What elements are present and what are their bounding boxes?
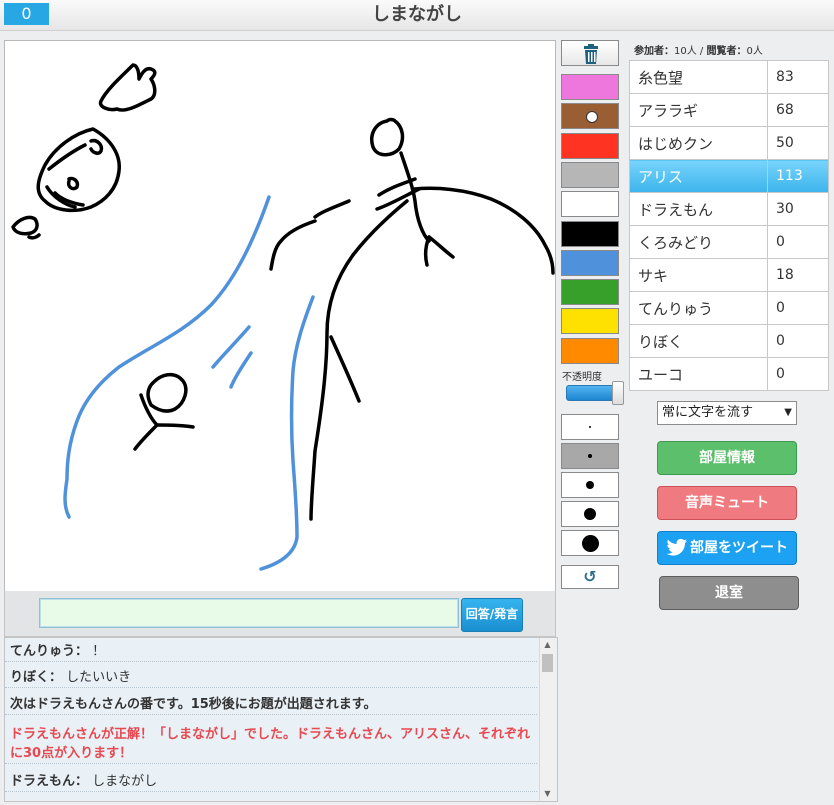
player-row: はじめクン 50 (629, 126, 829, 160)
undo-icon: ↺ (583, 567, 597, 586)
player-name: くろみどり (629, 225, 768, 259)
my-score-badge: 0 (4, 3, 49, 25)
player-score: 50 (767, 126, 829, 160)
player-row: りぼく 0 (629, 324, 829, 358)
answer-input[interactable] (39, 598, 459, 628)
player-score: 0 (767, 324, 829, 358)
player-row: アリス 113 (629, 159, 829, 193)
player-score: 113 (767, 159, 829, 193)
player-row: ユーコ 0 (629, 357, 829, 391)
player-row: サキ 18 (629, 258, 829, 292)
brush-size-5[interactable] (561, 530, 619, 556)
chat-log[interactable]: てんりゅう： ！ りぼく： したいいき 次はドラえもんさんの番です。15秒後にお… (4, 637, 558, 802)
chat-line: りぼく： したいいき (5, 668, 537, 688)
chat-line: ドラえもん： しまながし (5, 772, 537, 792)
brush-dot-icon (581, 534, 599, 552)
player-row: ドラえもん 30 (629, 192, 829, 226)
color-swatch-9[interactable] (561, 308, 619, 334)
brush-size-2[interactable] (561, 443, 619, 469)
header-bar: しまながし 0 (0, 0, 834, 31)
dropdown-arrow-icon: ▼ (784, 407, 792, 418)
chat-line: てんりゅう： ！ (5, 642, 537, 662)
brush-dot-icon (584, 508, 596, 520)
color-swatch-2[interactable] (561, 103, 619, 129)
player-name: はじめクン (629, 126, 768, 160)
text-mode-value: 常に文字を流す (662, 405, 754, 420)
player-row: 糸色望 83 (629, 60, 829, 94)
player-name: りぼく (629, 324, 768, 358)
undo-button[interactable]: ↺ (561, 565, 619, 589)
color-swatch-5[interactable] (561, 191, 619, 217)
player-score: 0 (767, 291, 829, 325)
chat-name: ドラえもん： (10, 774, 89, 789)
color-swatch-10[interactable] (561, 338, 619, 364)
brush-dot-icon (586, 481, 594, 489)
mute-button[interactable]: 音声ミュート (657, 486, 797, 520)
chat-scrollbar[interactable]: ▲ ▼ (539, 638, 555, 801)
player-name: アリス (629, 159, 768, 193)
color-swatch-4[interactable] (561, 162, 619, 188)
player-score: 0 (767, 225, 829, 259)
chat-system-message: 次はドラえもんさんの番です。15秒後にお題が出題されます。 (5, 695, 537, 715)
clear-canvas-button[interactable] (561, 40, 619, 66)
player-row: アララギ 68 (629, 93, 829, 127)
color-swatch-6[interactable] (561, 221, 619, 247)
player-name: 糸色望 (629, 60, 768, 94)
scroll-up-arrow-icon[interactable]: ▲ (540, 638, 555, 652)
player-score: 30 (767, 192, 829, 226)
player-row: くろみどり 0 (629, 225, 829, 259)
color-swatch-7[interactable] (561, 250, 619, 276)
scroll-thumb[interactable] (542, 654, 553, 672)
chat-text: したいいき (66, 670, 132, 685)
chat-text: ！ (92, 644, 106, 659)
viewers-count: 0人 (746, 46, 763, 57)
chat-correct-message: ドラえもんさんが正解！「しまながし」でした。ドラえもんさん、アリスさん、それぞれ… (5, 722, 537, 764)
opacity-slider-track[interactable] (566, 385, 618, 401)
color-swatch-8[interactable] (561, 279, 619, 305)
exit-room-button[interactable]: 退室 (659, 576, 799, 610)
player-row: てんりゅう 0 (629, 291, 829, 325)
opacity-slider[interactable] (564, 381, 624, 405)
player-score: 83 (767, 60, 829, 94)
drawing-canvas[interactable] (4, 40, 556, 592)
participants-separator: / (699, 46, 704, 57)
selected-color-marker (586, 111, 598, 123)
brush-size-3[interactable] (561, 472, 619, 498)
tweet-button[interactable]: 部屋をツイート (657, 531, 797, 565)
participants-label: 参加者： (634, 46, 674, 57)
chat-name: りぼく： (10, 670, 63, 685)
player-score: 68 (767, 93, 829, 127)
chat-text: しまながし (92, 774, 158, 789)
player-name: サキ (629, 258, 768, 292)
player-name: てんりゅう (629, 291, 768, 325)
participants-info: 参加者：10人 / 閲覧者：0人 (634, 42, 763, 57)
player-name: ユーコ (629, 357, 768, 391)
player-name: ドラえもん (629, 192, 768, 226)
brush-dot-icon (588, 454, 592, 458)
text-mode-select[interactable]: 常に文字を流す ▼ (657, 401, 797, 425)
viewers-label: 閲覧者： (706, 46, 747, 57)
participants-count: 10人 (674, 46, 697, 57)
chat-name: てんりゅう： (10, 644, 89, 659)
scroll-down-arrow-icon[interactable]: ▼ (540, 787, 555, 801)
color-swatch-1[interactable] (561, 74, 619, 100)
drawing-strokes (11, 63, 555, 571)
answer-bar: 回答/発言 (4, 591, 556, 637)
brush-size-1[interactable] (561, 414, 619, 440)
opacity-slider-thumb[interactable] (612, 381, 624, 405)
twitter-bird-icon (666, 538, 688, 556)
trash-icon (584, 44, 598, 64)
player-score: 18 (767, 258, 829, 292)
room-title: しまながし (372, 4, 462, 25)
color-swatch-3[interactable] (561, 133, 619, 159)
brush-size-4[interactable] (561, 501, 619, 527)
answer-submit-button[interactable]: 回答/発言 (461, 598, 523, 632)
player-score: 0 (767, 357, 829, 391)
brush-dot-icon (589, 426, 591, 428)
player-name: アララギ (629, 93, 768, 127)
room-info-button[interactable]: 部屋情報 (657, 441, 797, 475)
player-scoreboard: 糸色望 83 アララギ 68 はじめクン 50 アリス 113 ドラえもん 30 くろみどり 0 サキ 1… (629, 60, 829, 391)
